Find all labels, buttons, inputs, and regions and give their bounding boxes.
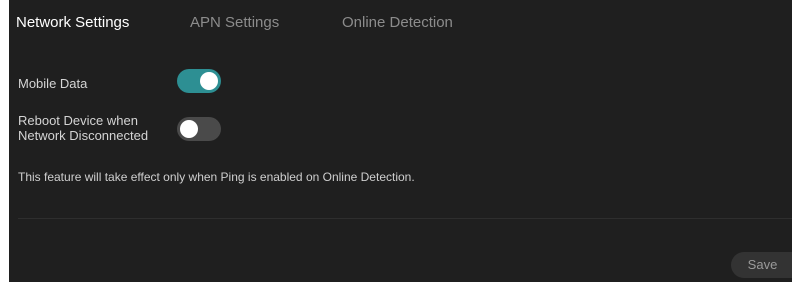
tab-online-detection[interactable]: Online Detection <box>342 14 453 32</box>
mobile-data-toggle[interactable] <box>177 69 221 93</box>
divider <box>18 218 792 219</box>
reboot-label-line-2: Network Disconnected <box>18 128 149 143</box>
save-button[interactable]: Save <box>731 252 792 278</box>
ping-feature-note: This feature will take effect only when … <box>18 170 415 184</box>
toggle-knob <box>180 120 198 138</box>
reboot-label-line-1: Reboot Device when <box>18 113 138 128</box>
settings-panel: Network Settings APN Settings Online Det… <box>9 0 792 282</box>
tab-bar: Network Settings APN Settings Online Det… <box>9 0 792 44</box>
tab-apn-settings[interactable]: APN Settings <box>190 14 279 32</box>
reboot-on-disconnect-toggle[interactable] <box>177 117 221 141</box>
toggle-knob <box>200 72 218 90</box>
reboot-on-disconnect-label: Reboot Device when Network Disconnected <box>18 113 168 143</box>
tab-network-settings[interactable]: Network Settings <box>16 14 129 32</box>
mobile-data-label: Mobile Data <box>18 76 88 91</box>
